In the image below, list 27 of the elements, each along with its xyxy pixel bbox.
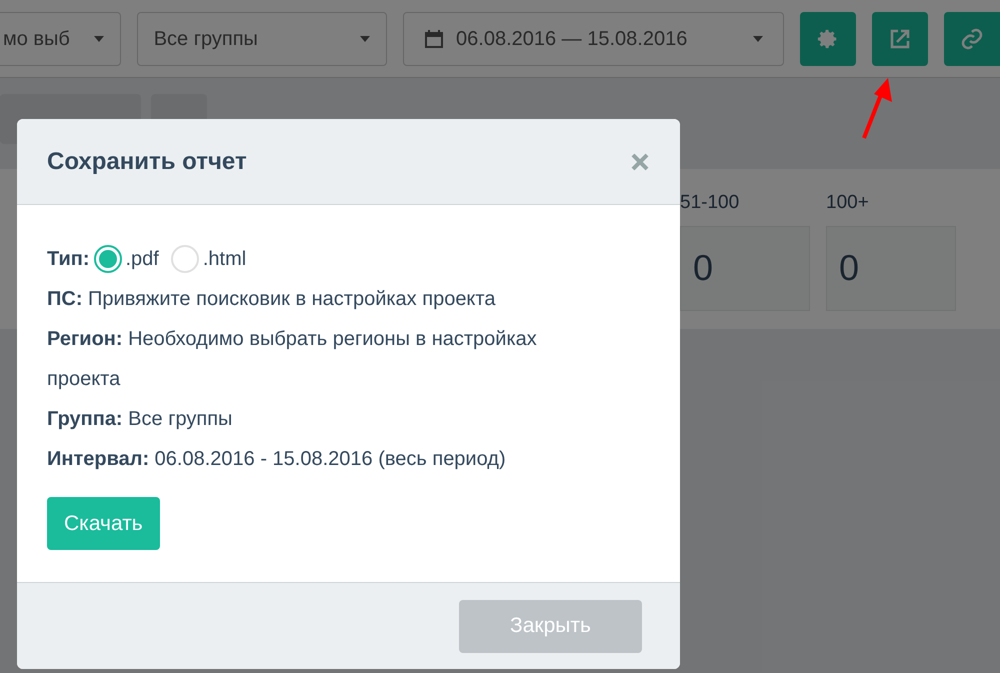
- caret-icon: [94, 36, 104, 42]
- stat-label: 51-100: [680, 191, 740, 215]
- stat-card: 0: [826, 226, 956, 310]
- link-icon: [960, 26, 984, 50]
- stat-card: 0: [680, 226, 810, 310]
- report-detail: Интервал: 06.08.2016 - 15.08.2016 (весь период): [47, 447, 507, 472]
- caret-icon: [753, 36, 763, 42]
- dialog-title: Сохранить отчет: [47, 146, 247, 176]
- download-button[interactable]: Скачать: [47, 497, 160, 550]
- report-detail: Группа: Все группы: [47, 407, 234, 432]
- link-button[interactable]: [944, 12, 1000, 66]
- caret-icon: [360, 36, 370, 42]
- stat-label: 100+: [826, 191, 870, 215]
- format-radio[interactable]: .html: [170, 239, 246, 279]
- report-detail: Регион: Необходимо выбрать регионы в настройках проекта: [47, 327, 538, 392]
- group-dropdown[interactable]: Все группы: [136, 12, 388, 66]
- report-detail: ПС: Привяжите поисковик в настройках проекта: [47, 287, 496, 312]
- type-label: Тип:: [47, 247, 90, 272]
- date-range-dropdown[interactable]: 06.08.2016 — 15.08.2016: [403, 12, 784, 66]
- export-button[interactable]: [872, 12, 928, 66]
- export-icon: [889, 28, 911, 50]
- filter-dropdown[interactable]: мо выб: [0, 12, 121, 66]
- format-radio[interactable]: .pdf: [94, 239, 159, 279]
- calendar-icon: [424, 28, 444, 48]
- close-icon[interactable]: [630, 152, 650, 172]
- settings-button[interactable]: [800, 12, 856, 66]
- settings-icon: [817, 28, 839, 50]
